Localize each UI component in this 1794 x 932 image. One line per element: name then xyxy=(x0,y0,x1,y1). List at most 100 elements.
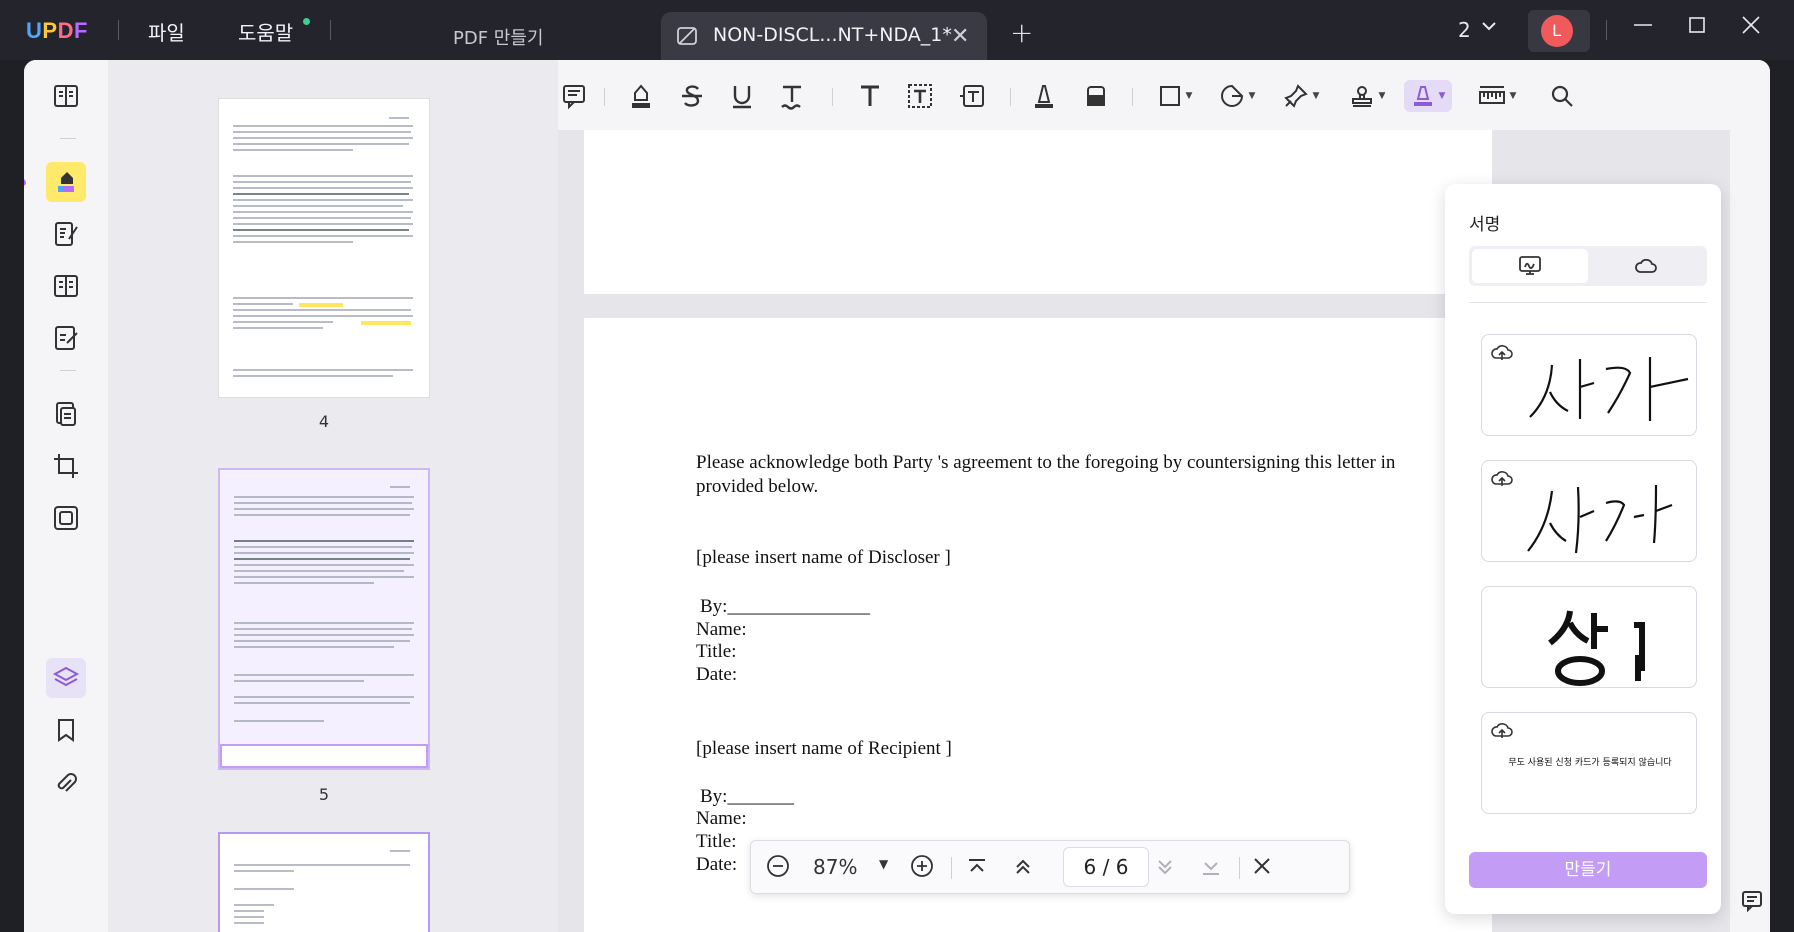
total-pages: 6 xyxy=(1115,855,1129,879)
measure-dropdown[interactable]: ▼ xyxy=(1472,80,1522,112)
crop-icon[interactable] xyxy=(46,446,86,486)
bookmark-icon[interactable] xyxy=(46,710,86,750)
tab-cloud-signatures[interactable] xyxy=(1588,249,1704,283)
cloud-upload-icon[interactable] xyxy=(1490,343,1514,367)
chevron-down-icon[interactable] xyxy=(1480,16,1498,40)
highlighter-icon[interactable] xyxy=(624,80,656,112)
menu-help[interactable]: 도움말 xyxy=(238,17,293,46)
page-layout-icon[interactable] xyxy=(46,266,86,306)
name-label: Name: xyxy=(696,619,747,640)
annotation-toolbar: ▼ ▼ ▼ ▼ ▼ ▼ xyxy=(558,60,1770,130)
signature-item[interactable]: 무도 사용된 신청 카드가 등록되지 않습니다 xyxy=(1481,712,1697,814)
underline-icon[interactable] xyxy=(726,80,758,112)
caret-down-icon: ▼ xyxy=(1509,91,1517,101)
signature-item[interactable] xyxy=(1481,586,1697,688)
zoom-in-icon[interactable] xyxy=(909,853,935,884)
maximize-icon[interactable] xyxy=(1686,14,1708,42)
name-label: Name: xyxy=(696,808,747,829)
zoom-out-icon[interactable] xyxy=(765,853,791,884)
tab-document[interactable]: NON-DISCL...NT+NDA_1* ✕ xyxy=(661,12,987,60)
date-label: Date: xyxy=(696,854,738,875)
eraser-icon[interactable] xyxy=(1080,80,1112,112)
signature-item[interactable] xyxy=(1481,460,1697,562)
cloud-upload-icon[interactable] xyxy=(1490,721,1514,745)
thumbnail-page[interactable] xyxy=(218,832,430,932)
comment-icon[interactable] xyxy=(558,80,590,112)
tab-local-signatures[interactable] xyxy=(1472,249,1588,283)
last-page-icon[interactable] xyxy=(1199,855,1223,884)
chat-icon[interactable] xyxy=(1740,888,1764,916)
close-tab-icon[interactable]: ✕ xyxy=(951,24,969,49)
tab-pdf-create[interactable]: PDF 만들기 xyxy=(453,24,543,50)
search-icon[interactable] xyxy=(1546,80,1578,112)
tool-rail xyxy=(24,60,108,932)
page-separator: / xyxy=(1102,855,1110,879)
discloser-placeholder: [please insert name of Discloser ] xyxy=(696,547,951,568)
close-window-icon[interactable] xyxy=(1740,14,1762,42)
cloud-upload-icon[interactable] xyxy=(1490,469,1514,493)
tab-count: 2 xyxy=(1458,18,1471,42)
minimize-icon[interactable] xyxy=(1632,14,1654,42)
divider xyxy=(118,20,119,40)
signature-panel: 서명 무도 사용된 신청 카드가 등록되지 않습니다 만들기 xyxy=(1445,184,1721,914)
app-window: 4 5 ▼ ▼ ▼ ▼ ▼ ▼ Please acknowledge both … xyxy=(24,60,1770,932)
close-zoom-bar-icon[interactable] xyxy=(1251,855,1273,882)
fill-sign-icon[interactable] xyxy=(46,318,86,358)
zoom-level[interactable]: 87% xyxy=(813,855,857,879)
caret-down-icon[interactable]: ▼ xyxy=(879,857,888,871)
notification-dot xyxy=(303,18,310,25)
sticker-dropdown[interactable]: ▼ xyxy=(1214,80,1260,112)
squiggly-text-icon[interactable] xyxy=(776,80,808,112)
zoom-bar: 87% ▼ 6 / 6 xyxy=(750,840,1350,894)
next-page-icon[interactable] xyxy=(1153,855,1177,884)
signature-dropdown[interactable]: ▼ xyxy=(1404,80,1452,112)
pencil-icon[interactable] xyxy=(1028,80,1060,112)
thumbnail-page-selected[interactable] xyxy=(218,468,430,770)
page-input[interactable]: 6 / 6 xyxy=(1063,847,1149,887)
date-label: Date: xyxy=(696,664,738,685)
doc-paragraph-line: Please acknowledge both Party 's agreeme… xyxy=(696,452,1396,473)
signature-tabs xyxy=(1469,246,1707,286)
divider xyxy=(604,88,605,106)
text-box-icon[interactable] xyxy=(904,80,936,112)
updf-logo: UPDF xyxy=(26,18,88,43)
document-edit-icon xyxy=(675,24,699,52)
caret-down-icon: ▼ xyxy=(1185,91,1193,101)
stamp-dropdown[interactable]: ▼ xyxy=(1344,80,1390,112)
divider xyxy=(951,857,952,879)
pdf-page-previous xyxy=(584,130,1492,294)
comment-highlight-icon[interactable] xyxy=(46,162,86,202)
signature-item[interactable] xyxy=(1481,334,1697,436)
thumbnail-page[interactable] xyxy=(218,98,430,398)
menu-file[interactable]: 파일 xyxy=(148,17,185,46)
edit-pdf-icon[interactable] xyxy=(46,214,86,254)
new-tab-icon[interactable]: + xyxy=(1010,16,1033,49)
page-number: 5 xyxy=(318,785,330,804)
text-icon[interactable] xyxy=(854,80,886,112)
page-number: 4 xyxy=(318,412,330,431)
recipient-placeholder: [please insert name of Recipient ] xyxy=(696,738,952,759)
title-bar: UPDF 파일 도움말 PDF 만들기 NON-DISCL...NT+NDA_1… xyxy=(0,0,1794,60)
divider xyxy=(1132,88,1133,106)
create-signature-button[interactable]: 만들기 xyxy=(1469,852,1707,888)
layers-icon[interactable] xyxy=(46,658,86,698)
reader-icon[interactable] xyxy=(46,76,86,116)
pin-dropdown[interactable]: ▼ xyxy=(1278,80,1324,112)
title-label: Title: xyxy=(696,641,737,662)
tab-title: NON-DISCL...NT+NDA_1* xyxy=(713,24,952,46)
doc-paragraph-line: provided below. xyxy=(696,476,819,497)
signature-line: By:_______________ xyxy=(700,596,870,617)
caret-down-icon: ▼ xyxy=(1378,91,1386,101)
signature-drawing xyxy=(1548,610,1645,686)
account-button[interactable]: L xyxy=(1528,10,1590,52)
strikethrough-icon[interactable] xyxy=(676,80,708,112)
tools-icon[interactable] xyxy=(46,498,86,538)
organize-pages-icon[interactable] xyxy=(46,394,86,434)
previous-page-icon[interactable] xyxy=(1011,855,1035,884)
attachment-icon[interactable] xyxy=(46,764,86,804)
text-callout-icon[interactable] xyxy=(956,80,988,112)
signature-text: 무도 사용된 신청 카드가 등록되지 않습니다 xyxy=(1508,758,1672,768)
first-page-icon[interactable] xyxy=(965,855,989,884)
shape-dropdown[interactable]: ▼ xyxy=(1152,80,1198,112)
avatar: L xyxy=(1541,15,1573,47)
